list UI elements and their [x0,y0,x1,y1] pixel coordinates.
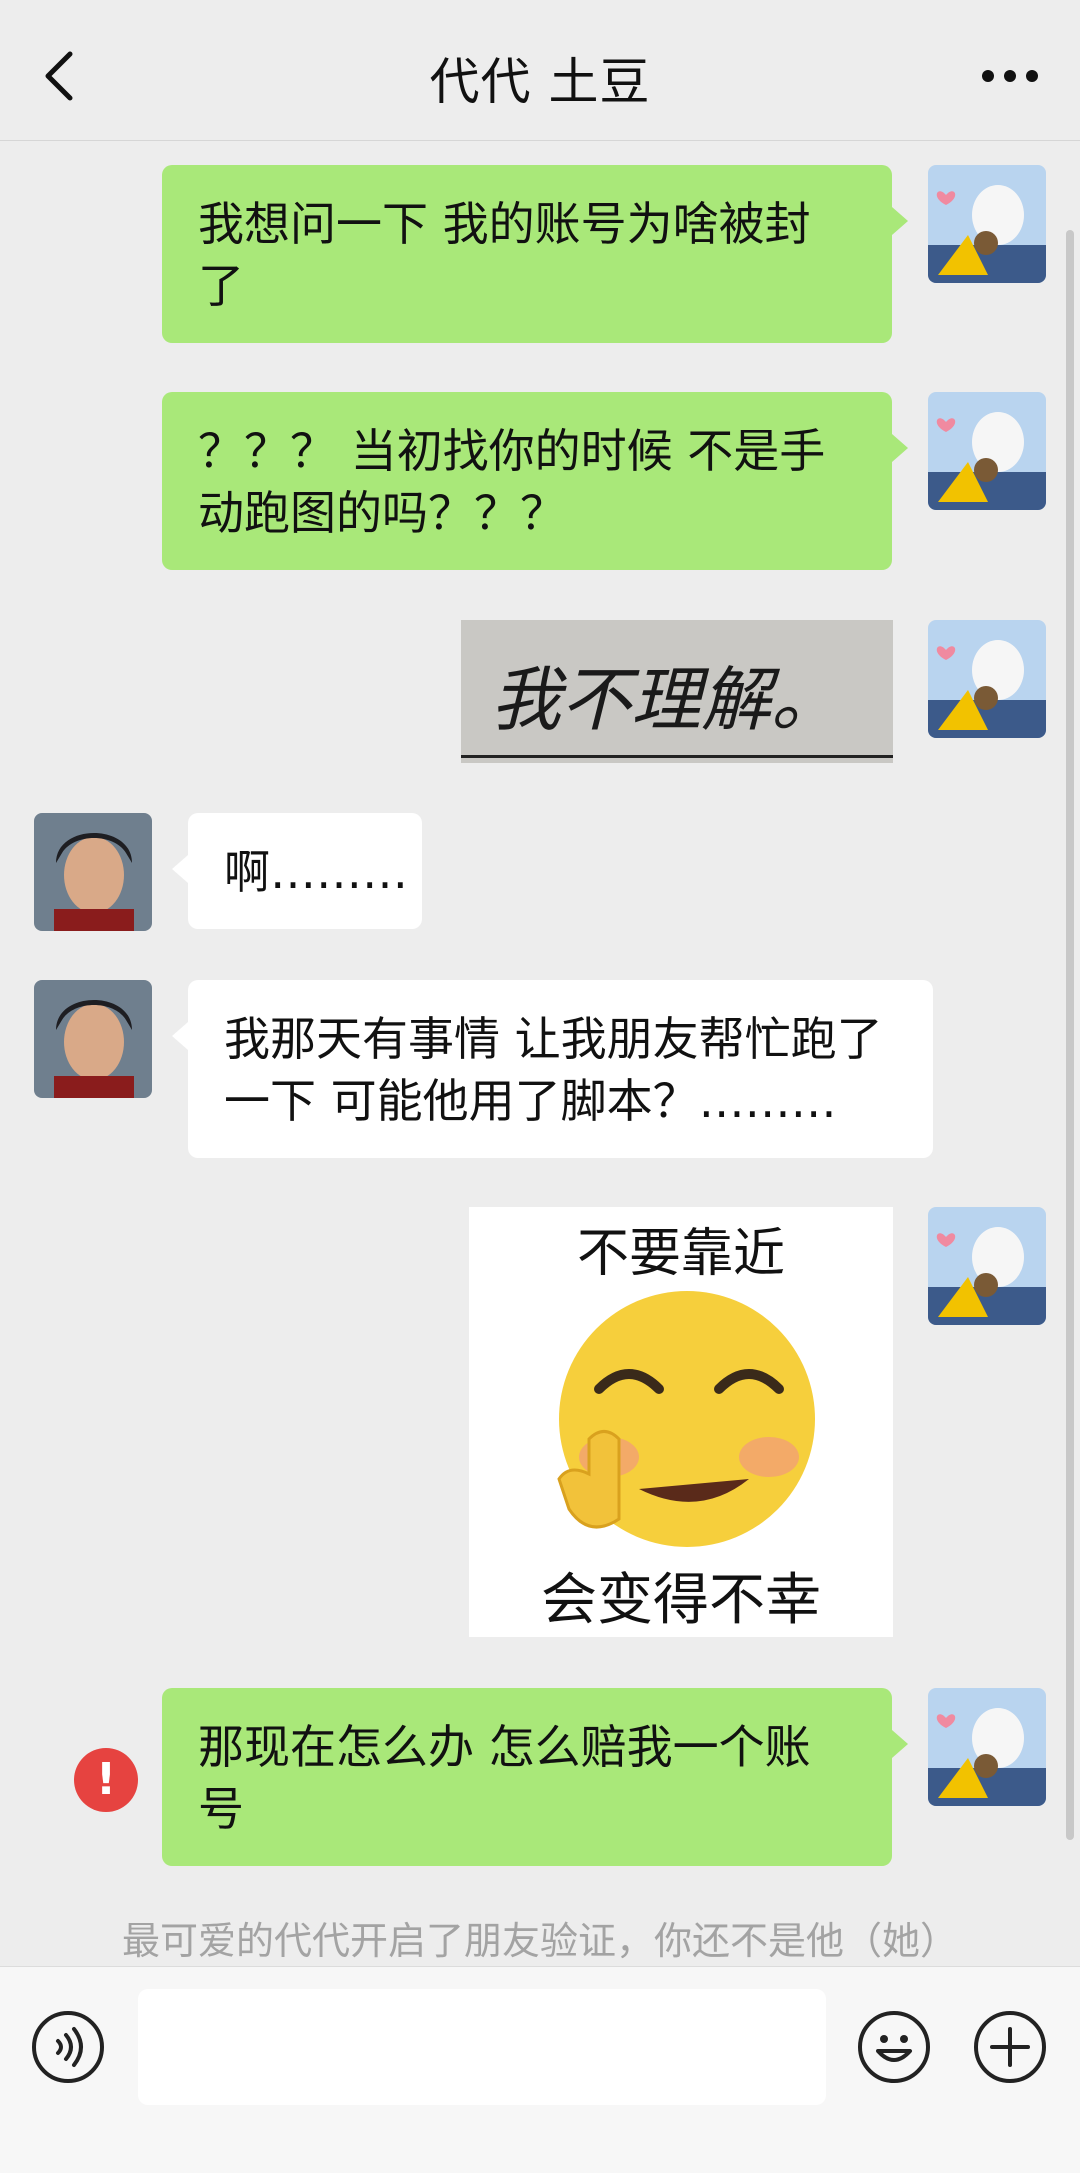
message-bubble-them[interactable]: 我那天有事情 让我朋友帮忙跑了一下 可能他用了脚本？……… [188,980,933,1158]
sticker-bottom-text: 会变得不幸 [541,1568,821,1633]
avatar-image-icon [928,392,1046,510]
contact-avatar[interactable] [34,980,152,1098]
avatar-image-icon [34,813,152,931]
emoji-sticker[interactable]: 不要靠近 会变得不幸 [469,1207,893,1637]
message-bubble-me[interactable]: 那现在怎么办 怎么赔我一个账号 [162,1688,892,1866]
plus-button[interactable] [974,2011,1046,2083]
sticker-text: 我不理解。 [491,659,841,741]
message-bubble-me[interactable]: 我想问一下 我的账号为啥被封了 [162,165,892,343]
avatar-image-icon [928,1207,1046,1325]
avatar-image-icon [928,1688,1046,1806]
underline-decoration [461,755,893,758]
more-button[interactable] [980,56,1040,96]
my-avatar[interactable] [928,392,1046,510]
sticker-image[interactable]: 我不理解。 [461,620,893,763]
voice-icon [56,2027,83,2067]
avatar-image-icon [34,980,152,1098]
shush-emoji-icon [557,1291,815,1547]
bubble-tail [892,1730,908,1758]
bubble-tail [892,207,908,235]
more-dots-icon [982,70,1038,82]
bubble-tail [892,434,908,462]
avatar-image-icon [928,620,1046,738]
input-bar [0,1966,1080,2173]
plus-icon [990,2027,1030,2067]
chat-header: 代代 土豆 [0,0,1080,141]
my-avatar[interactable] [928,165,1046,283]
message-list[interactable]: 我想问一下 我的账号为啥被封了 ？？？ 当初找你的时候 不是手动跑图的吗？？？ … [0,141,1080,1966]
contact-avatar[interactable] [34,813,152,931]
bubble-tail [172,855,188,883]
system-notice: 最可爱的代代开启了朋友验证，你还不是他（她） [121,1919,958,1963]
emoji-icon [876,2035,912,2062]
emoji-button[interactable] [858,2011,930,2083]
chat-title: 代代 土豆 [429,53,651,111]
my-avatar[interactable] [928,1688,1046,1806]
message-bubble-them[interactable]: 啊……… [188,813,422,929]
message-bubble-me[interactable]: ？？？ 当初找你的时候 不是手动跑图的吗？？？ [162,392,892,570]
send-failed-icon[interactable]: ! [74,1748,138,1812]
bubble-tail [172,1022,188,1050]
my-avatar[interactable] [928,1207,1046,1325]
voice-button[interactable] [32,2011,104,2083]
message-input[interactable] [138,1989,826,2105]
my-avatar[interactable] [928,620,1046,738]
avatar-image-icon [928,165,1046,283]
